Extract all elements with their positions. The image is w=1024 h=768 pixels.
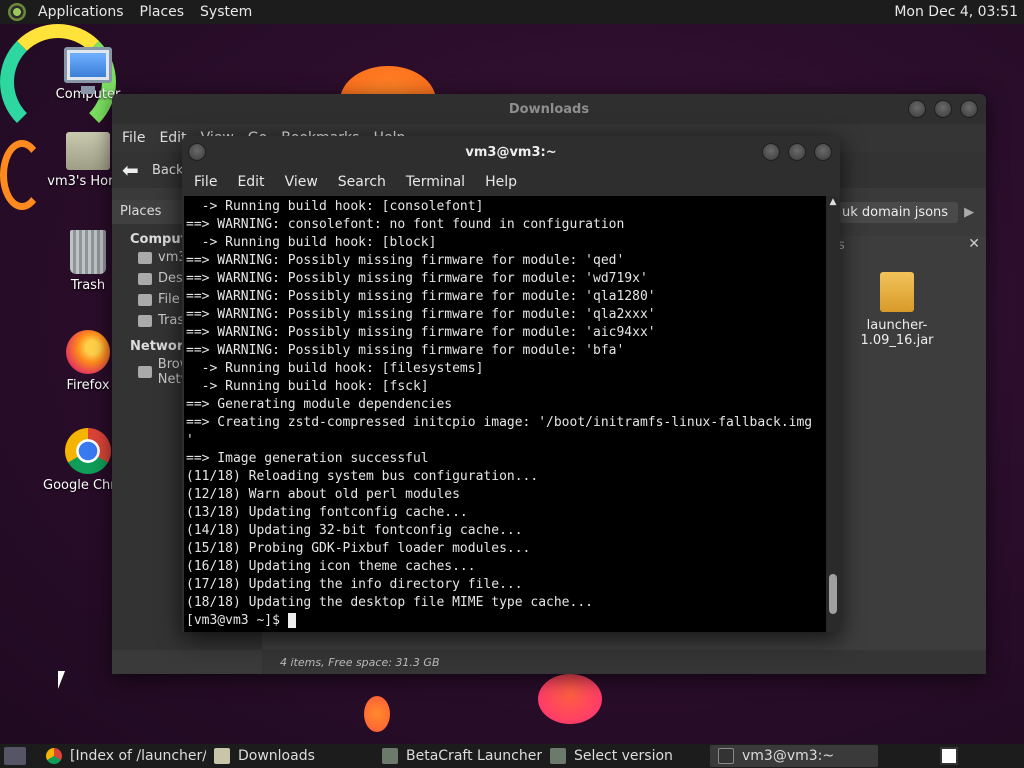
task-select-version[interactable]: Select version [542,745,710,767]
terminal-line: ==> WARNING: Possibly missing firmware f… [186,307,656,322]
terminal-line: ==> WARNING: Possibly missing firmware f… [186,271,648,286]
back-button[interactable]: Back [152,163,184,178]
terminal-line: (11/18) Reloading system bus configurati… [186,469,539,484]
menu-search[interactable]: Search [338,174,386,190]
terminal-line: -> Running build hook: [filesystems] [186,361,484,376]
terminal-line: ==> WARNING: consolefont: no font found … [186,217,625,232]
home-icon [138,251,152,264]
java-icon [550,748,566,764]
maximize-button[interactable] [788,143,806,161]
show-desktop-button[interactable] [4,747,26,765]
drive-icon [138,293,152,306]
terminal-window[interactable]: vm3@vm3:~ File Edit View Search Terminal… [182,136,840,632]
top-panel: Applications Places System Mon Dec 4, 03… [0,0,1024,24]
menu-view[interactable]: View [285,174,318,190]
terminal-line: (14/18) Updating 32-bit fontconfig cache… [186,523,523,538]
scrollbar-thumb[interactable] [829,574,837,614]
terminal-line: ==> WARNING: Possibly missing firmware f… [186,289,656,304]
minimize-button[interactable] [908,100,926,118]
terminal-line: ==> WARNING: Possibly missing firmware f… [186,325,656,340]
file-name: launcher-1.09_16.jar [860,318,934,348]
task-betacraft-launcher[interactable]: BetaCraft Launcher ... [374,745,542,767]
firefox-icon [66,330,110,374]
network-icon [138,366,152,378]
trash-icon [138,314,152,327]
menu-file[interactable]: File [194,174,217,190]
terminal-prompt-line[interactable]: [vm3@vm3 ~]$ [186,612,826,630]
shell-prompt: [vm3@vm3 ~]$ [186,613,288,628]
terminal-icon [718,748,734,764]
trash-icon [70,230,106,274]
file-manager-titlebar[interactable]: Downloads [112,94,986,124]
window-title: Downloads [508,101,590,117]
chrome-icon [46,748,62,764]
close-tab-icon[interactable]: ✕ [968,236,980,252]
terminal-line: -> Running build hook: [fsck] [186,379,429,394]
system-menu[interactable]: System [192,4,260,20]
terminal-titlebar[interactable]: vm3@vm3:~ [182,136,840,168]
terminal-line: (18/18) Updating the desktop file MIME t… [186,595,593,610]
task-label: BetaCraft Launcher ... [406,748,542,764]
path-forward-icon[interactable]: ▶ [964,205,974,220]
clock[interactable]: Mon Dec 4, 03:51 [894,4,1024,20]
terminal-line: ' [186,433,194,448]
menu-edit[interactable]: Edit [237,174,264,190]
scroll-up-arrow-icon[interactable]: ▲ [828,198,838,207]
wallpaper-shape [364,696,390,732]
task-chrome[interactable]: [Index of /launcher/... [38,745,206,767]
menu-file[interactable]: File [122,130,145,146]
menu-help[interactable]: Help [485,174,517,190]
close-button[interactable] [814,143,832,161]
workspace-switcher[interactable] [940,747,958,765]
terminal-line: (17/18) Updating the info directory file… [186,577,523,592]
terminal-line: -> Running build hook: [block] [186,235,437,250]
task-label: Select version [574,748,673,764]
status-bar: 4 items, Free space: 31.3 GB [262,650,986,674]
text-cursor [287,613,296,628]
terminal-line: ==> WARNING: Possibly missing firmware f… [186,343,625,358]
task-downloads[interactable]: Downloads [206,745,374,767]
mouse-pointer-icon [58,671,65,689]
applications-menu[interactable]: Applications [30,4,132,20]
java-icon [382,748,398,764]
close-button[interactable] [960,100,978,118]
terminal-line: (13/18) Updating fontconfig cache... [186,505,468,520]
terminal-line: ==> Generating module dependencies [186,397,453,412]
terminal-output[interactable]: -> Running build hook: [consolefont] ==> … [184,196,826,632]
distro-logo-icon[interactable] [8,3,26,21]
home-folder-icon [66,132,110,170]
terminal-scrollbar[interactable]: ▲ [826,196,840,632]
terminal-line: (15/18) Probing GDK-Pixbuf loader module… [186,541,531,556]
minimize-button[interactable] [762,143,780,161]
terminal-menubar: File Edit View Search Terminal Help [182,168,840,196]
terminal-line: -> Running build hook: [consolefont] [186,199,484,214]
task-label: Downloads [238,748,315,764]
task-label: vm3@vm3:~ [742,748,835,764]
folder-icon [214,748,230,764]
file-item[interactable]: launcher-1.09_16.jar [832,272,962,348]
desktop-icon [138,272,152,285]
bottom-taskbar: [Index of /launcher/... Downloads BetaCr… [0,744,1024,768]
wallpaper-shape [0,140,44,210]
chrome-icon [65,428,111,474]
terminal-line: (12/18) Warn about old perl modules [186,487,460,502]
back-arrow-icon[interactable]: ⬅ [122,159,144,181]
terminal-line: ==> Image generation successful [186,451,429,466]
computer-icon [64,47,112,94]
path-bar: uk domain jsons ▶ [832,200,974,224]
task-terminal[interactable]: vm3@vm3:~ [710,745,878,767]
jar-file-icon [880,272,914,312]
maximize-button[interactable] [934,100,952,118]
menu-terminal[interactable]: Terminal [406,174,465,190]
terminal-line: ==> WARNING: Possibly missing firmware f… [186,253,625,268]
path-crumb[interactable]: uk domain jsons [832,201,959,223]
wallpaper-shape [538,674,602,724]
terminal-line: (16/18) Updating icon theme caches... [186,559,476,574]
window-menu-button[interactable] [188,143,206,161]
terminal-line: ==> Creating zstd-compressed initcpio im… [186,415,813,430]
task-label: [Index of /launcher/... [70,748,206,764]
window-title: vm3@vm3:~ [465,144,557,160]
places-menu[interactable]: Places [132,4,193,20]
